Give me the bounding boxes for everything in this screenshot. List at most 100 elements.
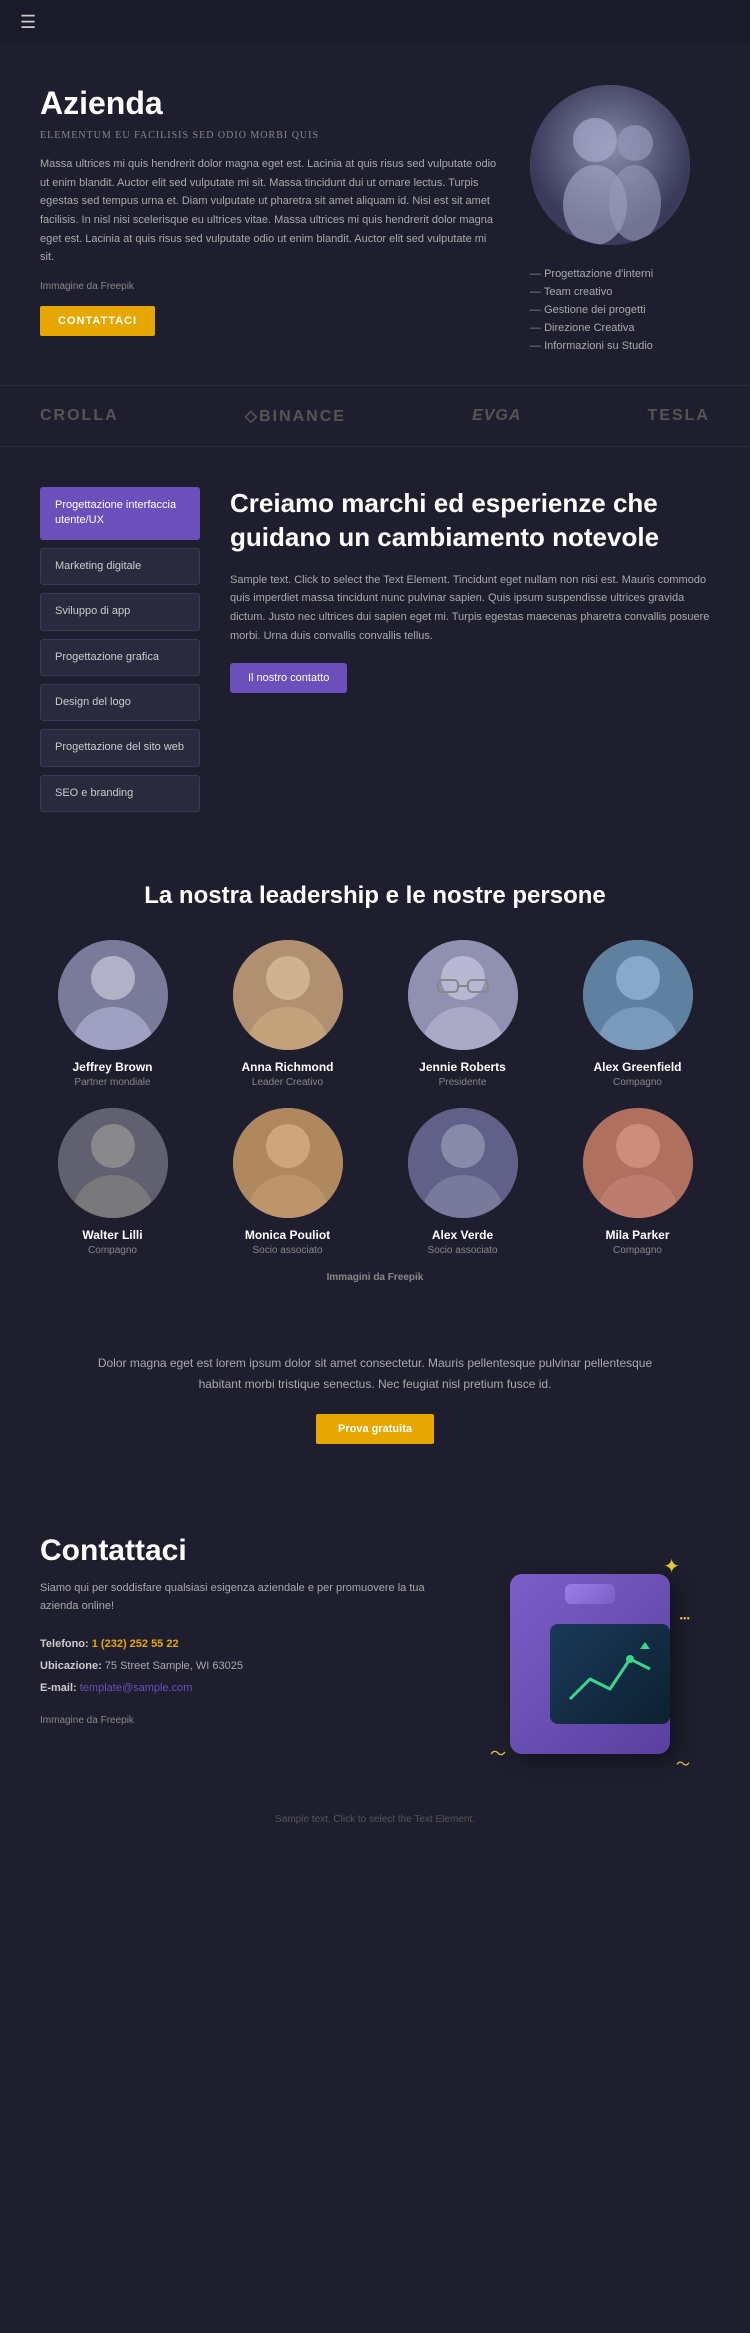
hero-list-item: Progettazione d'interni: [530, 265, 710, 283]
avatar-jennie: [408, 940, 518, 1050]
services-title: Creiamo marchi ed esperienze che guidano…: [230, 487, 710, 555]
service-btn-logo[interactable]: Design del logo: [40, 684, 200, 721]
logo-crolla: CROLLA: [40, 407, 119, 425]
service-btn-marketing[interactable]: Marketing digitale: [40, 548, 200, 585]
service-btn-web[interactable]: Progettazione del sito web: [40, 729, 200, 766]
avatar-monica: [233, 1108, 343, 1218]
logo-evga: EVGA: [472, 407, 521, 425]
member-name-mila: Mila Parker: [605, 1228, 669, 1242]
hero-image-credit: Immagine da Freepik: [40, 281, 500, 292]
menu-icon[interactable]: ☰: [20, 12, 36, 33]
avatar-walter: [58, 1108, 168, 1218]
member-name-jeffrey: Jeffrey Brown: [72, 1060, 152, 1074]
contact-section: Contattaci Siamo qui per soddisfare qual…: [0, 1494, 750, 1804]
contact-illustration: ✦ 〜 〜 •••: [470, 1534, 710, 1774]
member-role-alex-v: Socio associato: [427, 1245, 497, 1256]
hero-subtitle: ELEMENTUM EU FACILISIS SED ODIO MORBI QU…: [40, 130, 500, 141]
footer-text: Sample text. Click to select the Text El…: [40, 1814, 710, 1825]
team-member-alex-g: Alex Greenfield Compagno: [555, 940, 720, 1088]
services-contact-button[interactable]: Il nostro contatto: [230, 663, 347, 693]
footer: Sample text. Click to select the Text El…: [0, 1804, 750, 1845]
team-member-jeffrey: Jeffrey Brown Partner mondiale: [30, 940, 195, 1088]
deco-star-1: ✦: [663, 1554, 680, 1579]
hero-right: Progettazione d'interni Team creativo Ge…: [530, 85, 710, 355]
contact-info: Telefono: 1 (232) 252 55 22 Ubicazione: …: [40, 1633, 440, 1699]
member-role-jennie: Presidente: [439, 1077, 487, 1088]
cta-text: Dolor magna eget est lorem ipsum dolor s…: [80, 1353, 670, 1394]
contact-phone-number: 1 (232) 252 55 22: [92, 1638, 179, 1650]
service-btn-grafica[interactable]: Progettazione grafica: [40, 639, 200, 676]
member-role-mila: Compagno: [613, 1245, 662, 1256]
contact-title: Contattaci: [40, 1534, 440, 1568]
contact-image-credit: Immagine da Freepik: [40, 1715, 440, 1726]
avatar-anna: [233, 940, 343, 1050]
hero-title: Azienda: [40, 85, 500, 122]
hero-list-item: Team creativo: [530, 283, 710, 301]
member-role-anna: Leader Creativo: [252, 1077, 323, 1088]
member-name-alex-g: Alex Greenfield: [593, 1060, 681, 1074]
services-section: Progettazione interfaccia utente/UX Mark…: [0, 457, 750, 842]
contact-phone-label: Telefono:: [40, 1638, 89, 1650]
member-role-alex-g: Compagno: [613, 1077, 662, 1088]
member-name-anna: Anna Richmond: [242, 1060, 334, 1074]
team-member-walter: Walter Lilli Compagno: [30, 1108, 195, 1256]
deco-star-2: 〜: [490, 1740, 506, 1764]
services-body-text: Sample text. Click to select the Text El…: [230, 571, 710, 646]
team-image-credit-brand: Freepik: [388, 1272, 424, 1283]
cta-section: Dolor magna eget est lorem ipsum dolor s…: [0, 1303, 750, 1494]
avatar-jeffrey: [58, 940, 168, 1050]
contact-address-value: 75 Street Sample, WI 63025: [105, 1660, 243, 1672]
member-role-walter: Compagno: [88, 1245, 137, 1256]
member-name-alex-v: Alex Verde: [432, 1228, 493, 1242]
deco-squiggle: 〜: [676, 1754, 690, 1774]
team-image-credit-prefix: Immagini da: [327, 1272, 388, 1283]
contact-button[interactable]: CONTATTACI: [40, 306, 155, 336]
logos-section: CROLLA ◇BINANCE EVGA TESLA: [0, 385, 750, 447]
member-name-jennie: Jennie Roberts: [419, 1060, 506, 1074]
team-member-jennie: Jennie Roberts Presidente: [380, 940, 545, 1088]
service-btn-seo[interactable]: SEO e branding: [40, 775, 200, 812]
member-name-walter: Walter Lilli: [82, 1228, 142, 1242]
service-btn-app[interactable]: Sviluppo di app: [40, 593, 200, 630]
avatar-alex-v: [408, 1108, 518, 1218]
logo-tesla: TESLA: [648, 407, 710, 425]
deco-dots: •••: [679, 1614, 690, 1625]
trial-button[interactable]: Prova gratuita: [316, 1414, 434, 1444]
clipboard-graphic: ✦ 〜 〜 •••: [490, 1554, 690, 1774]
contact-left: Contattaci Siamo qui per soddisfare qual…: [40, 1534, 440, 1726]
hero-list: Progettazione d'interni Team creativo Ge…: [530, 265, 710, 355]
team-section: La nostra leadership e le nostre persone…: [0, 842, 750, 1303]
hero-body-text: Massa ultrices mi quis hendrerit dolor m…: [40, 155, 500, 267]
hero-list-item: Gestione dei progetti: [530, 301, 710, 319]
team-member-anna: Anna Richmond Leader Creativo: [205, 940, 370, 1088]
member-role-jeffrey: Partner mondiale: [74, 1077, 150, 1088]
member-name-monica: Monica Pouliot: [245, 1228, 330, 1242]
contact-address-label: Ubicazione:: [40, 1660, 102, 1672]
team-member-alex-v: Alex Verde Socio associato: [380, 1108, 545, 1256]
contact-intro: Siamo qui per soddisfare qualsiasi esige…: [40, 1580, 440, 1615]
team-image-credit: Immagini da Freepik: [30, 1272, 720, 1283]
avatar-alex-g: [583, 940, 693, 1050]
hero-image: [530, 85, 690, 245]
service-btn-ux[interactable]: Progettazione interfaccia utente/UX: [40, 487, 200, 540]
hero-list-item: Direzione Creativa: [530, 319, 710, 337]
contact-email-link[interactable]: template@sample.com: [80, 1682, 193, 1694]
team-member-monica: Monica Pouliot Socio associato: [205, 1108, 370, 1256]
clipboard-clip: [565, 1584, 615, 1604]
avatar-mila: [583, 1108, 693, 1218]
services-buttons: Progettazione interfaccia utente/UX Mark…: [40, 487, 200, 812]
team-grid: Jeffrey Brown Partner mondiale Anna Rich…: [30, 940, 720, 1256]
team-title: La nostra leadership e le nostre persone: [30, 882, 720, 910]
clipboard-screen: [550, 1624, 670, 1724]
nav-bar: ☰: [0, 0, 750, 45]
team-member-mila: Mila Parker Compagno: [555, 1108, 720, 1256]
services-content: Creiamo marchi ed esperienze che guidano…: [230, 487, 710, 693]
hero-list-item: Informazioni su Studio: [530, 337, 710, 355]
hero-image-placeholder: [530, 85, 690, 245]
contact-email-label: E-mail:: [40, 1682, 77, 1694]
logo-binance: ◇BINANCE: [245, 406, 346, 426]
clipboard-body: [510, 1574, 670, 1754]
hero-left: Azienda ELEMENTUM EU FACILISIS SED ODIO …: [40, 85, 500, 336]
hero-section: Azienda ELEMENTUM EU FACILISIS SED ODIO …: [0, 45, 750, 385]
member-role-monica: Socio associato: [252, 1245, 322, 1256]
